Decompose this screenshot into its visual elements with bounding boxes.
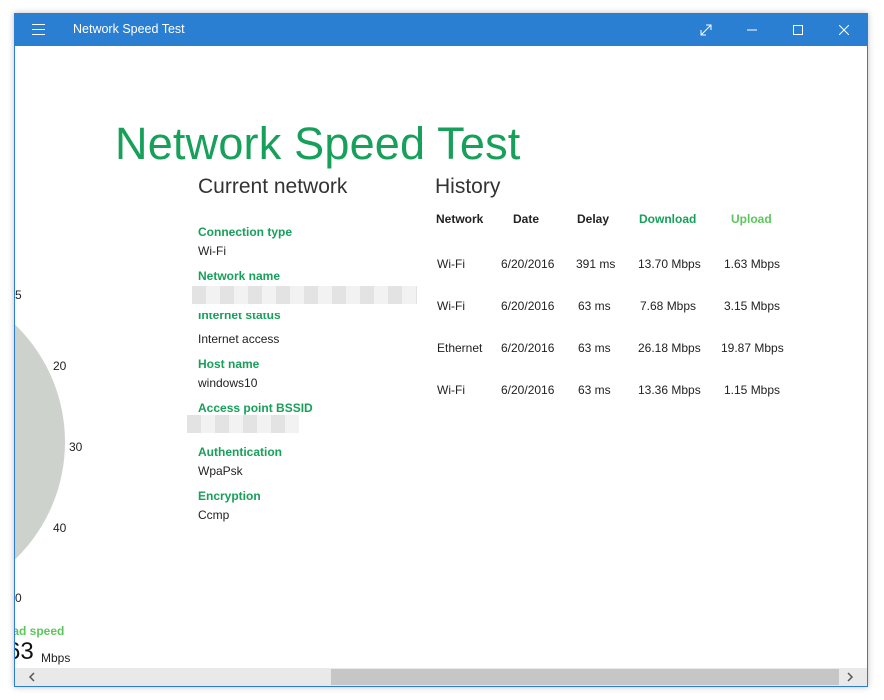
horizontal-scrollbar[interactable] (15, 668, 867, 686)
history-cell-download: 26.18 Mbps (638, 341, 701, 355)
maximize-icon (793, 25, 803, 35)
scrollbar-thumb[interactable] (331, 669, 839, 685)
history-header-network: Network (436, 212, 484, 226)
history-cell-network: Ethernet (437, 341, 483, 355)
internet-status-label: Internet status (198, 313, 281, 322)
connection-type-label: Connection type (198, 225, 293, 239)
current-network-title: Current network (198, 175, 348, 198)
minimize-icon (747, 29, 757, 31)
expand-icon (700, 24, 712, 36)
gauge-tick: 5 (15, 288, 22, 302)
chevron-left-icon (28, 672, 35, 682)
gauge-tick: 20 (53, 359, 67, 373)
history-cell-network: Wi-Fi (437, 257, 465, 271)
expand-button[interactable] (683, 14, 729, 46)
maximize-button[interactable] (775, 14, 821, 46)
history-cell-delay: 63 ms (578, 383, 611, 397)
history-cell-download: 13.36 Mbps (638, 383, 701, 397)
scroll-left-button[interactable] (23, 668, 41, 686)
history-cell-date: 6/20/2016 (501, 341, 555, 355)
history-header-upload: Upload (731, 212, 772, 226)
close-icon (839, 25, 849, 35)
history-cell-upload: 3.15 Mbps (724, 299, 781, 313)
gauge-tick: 0 (15, 591, 22, 605)
authentication-label: Authentication (198, 445, 282, 459)
internet-status-value: Internet access (198, 332, 280, 346)
history-cell-download: 13.70 Mbps (638, 257, 701, 271)
scroll-right-button[interactable] (841, 668, 859, 686)
history-cell-date: 6/20/2016 (501, 383, 555, 397)
network-name-redacted (192, 286, 417, 304)
history-header-download: Download (639, 212, 697, 226)
history-cell-upload: 19.87 Mbps (721, 341, 784, 355)
history-cell-delay: 63 ms (578, 299, 611, 313)
host-name-label: Host name (198, 357, 260, 371)
history-cell-date: 6/20/2016 (501, 257, 555, 271)
main-content: 5 20 30 40 0 oad speed 63 Mbps Network S… (15, 46, 867, 668)
history-cell-upload: 1.63 Mbps (724, 257, 781, 271)
gauge-tick: 40 (53, 521, 67, 535)
host-name-value: windows10 (198, 376, 258, 390)
history-title: History (435, 175, 501, 198)
history-cell-network: Wi-Fi (437, 383, 465, 397)
encryption-value: Ccmp (198, 508, 230, 522)
speed-gauge (15, 279, 65, 605)
history-header-delay: Delay (577, 212, 610, 226)
hamburger-menu-icon[interactable] (32, 24, 45, 35)
access-point-bssid-label: Access point BSSID (198, 401, 313, 415)
history-cell-date: 6/20/2016 (501, 299, 555, 313)
encryption-label: Encryption (198, 489, 261, 503)
close-button[interactable] (821, 14, 867, 46)
network-name-label: Network name (198, 269, 281, 283)
minimize-button[interactable] (729, 14, 775, 46)
speed-unit: Mbps (41, 651, 71, 665)
connection-type-value: Wi-Fi (198, 244, 226, 258)
authentication-value: WpaPsk (198, 464, 243, 478)
window-title: Network Speed Test (73, 22, 185, 36)
history-cell-delay: 391 ms (576, 257, 616, 271)
title-bar: Network Speed Test (15, 14, 867, 46)
history-cell-network: Wi-Fi (437, 299, 465, 313)
chevron-right-icon (847, 672, 854, 682)
internet-status-label-clip: Internet status (198, 313, 398, 323)
gauge-tick: 30 (69, 440, 83, 454)
app-window: Network Speed Test 5 20 30 40 0 d speed … (14, 13, 868, 687)
speed-label: oad speed (15, 624, 65, 638)
speed-value: 63 (15, 638, 34, 665)
history-header-date: Date (513, 212, 540, 226)
bssid-redacted (187, 415, 299, 433)
history-cell-delay: 63 ms (578, 341, 611, 355)
page-title: Network Speed Test (115, 118, 521, 169)
history-cell-upload: 1.15 Mbps (724, 383, 781, 397)
history-cell-download: 7.68 Mbps (640, 299, 697, 313)
